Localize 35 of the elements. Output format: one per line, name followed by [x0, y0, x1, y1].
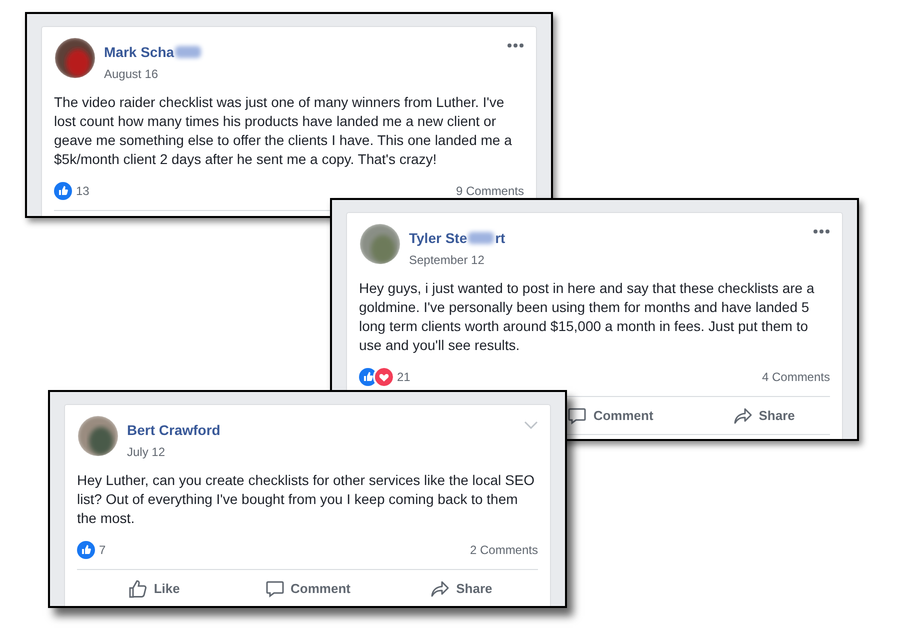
reaction-count[interactable]: 13	[76, 182, 90, 200]
author-name[interactable]: Mark Scha	[104, 43, 174, 61]
post-text: The video raider checklist was just one of many winners from Luther. I've lost count how many times his products have landed me a new client or geave me something else to offer the clients I have. This one landed me a $5k/month client 2 days after he sent me a copy. That's crazy!	[54, 93, 513, 169]
reaction-count[interactable]: 21	[397, 368, 410, 386]
comment-count[interactable]: 2 Comments	[470, 541, 538, 559]
author-name[interactable]: Tyler Ste	[409, 229, 468, 247]
more-options-icon[interactable]	[507, 43, 524, 48]
thumbs-up-reaction-icon	[77, 541, 95, 559]
share-arrow-icon	[732, 406, 753, 426]
thumbs-up-reaction-icon	[359, 368, 377, 386]
avatar	[77, 415, 119, 457]
comment-button[interactable]: Comment	[565, 404, 656, 428]
reaction-count[interactable]: 7	[99, 541, 106, 559]
post-text: Hey Luther, can you create checklists for other services like the local SEO list? Out of everything I've bought from you I keep coming back to them the most.	[77, 471, 536, 528]
avatar	[359, 223, 401, 265]
post-date[interactable]: September 12	[409, 251, 484, 269]
share-arrow-icon	[430, 578, 450, 598]
thumbs-up-icon	[128, 578, 148, 598]
avatar	[54, 37, 96, 79]
author-name[interactable]: Bert Crawford	[127, 421, 220, 439]
post-date[interactable]: July 12	[127, 443, 166, 461]
speech-bubble-icon	[264, 578, 285, 598]
post-date[interactable]: August 16	[104, 65, 158, 83]
comment-count[interactable]: 9 Comments	[456, 182, 524, 200]
speech-bubble-icon	[567, 406, 588, 426]
more-options-icon[interactable]	[813, 229, 830, 234]
heart-reaction-icon	[375, 368, 393, 386]
comment-button[interactable]: Comment	[262, 576, 352, 600]
share-button[interactable]: Share	[428, 576, 494, 600]
thumbs-up-reaction-icon	[54, 182, 72, 200]
share-button[interactable]: Share	[730, 404, 797, 428]
author-name[interactable]: rt	[495, 229, 506, 247]
comment-count[interactable]: 4 Comments	[762, 368, 830, 386]
post-text: Hey guys, i just wanted to post in here and say that these checklists are a goldmine. I've personally been using them for months and have landed 5 long term clients worth around $15,000 a month in fees. Just put them to use and you'll see results.	[359, 279, 816, 355]
like-button[interactable]: Like	[126, 576, 182, 600]
